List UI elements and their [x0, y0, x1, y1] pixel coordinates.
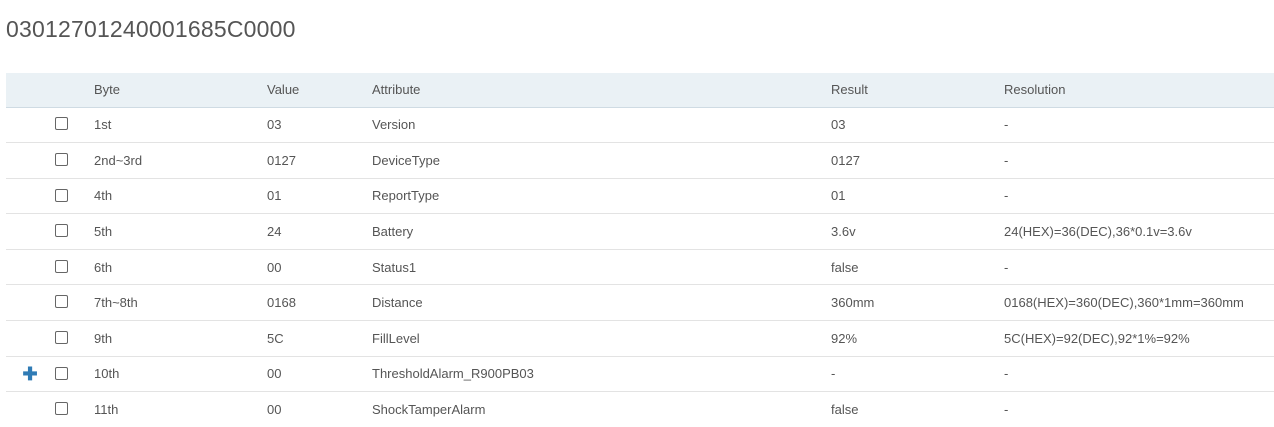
header-attribute[interactable]: Attribute: [371, 73, 830, 108]
cell-attribute: Distance: [371, 284, 830, 322]
select-cell: [54, 107, 93, 144]
cell-result: 92%: [830, 320, 1003, 357]
cell-byte: 5th: [93, 213, 266, 250]
row-checkbox[interactable]: [55, 366, 68, 380]
cell-resolution: 5C(HEX)=92(DEC),92*1%=92%: [1003, 320, 1274, 357]
cell-result: false: [830, 249, 1003, 286]
select-cell: [54, 249, 93, 286]
plus-icon[interactable]: ✚: [22, 364, 37, 384]
cell-resolution: -: [1004, 402, 1009, 418]
cell-byte: 6th: [93, 249, 266, 286]
row-checkbox[interactable]: [55, 330, 68, 344]
cell-attribute: Version: [371, 107, 830, 144]
row-checkbox[interactable]: [55, 152, 68, 166]
select-cell: [54, 320, 93, 357]
select-cell: [54, 356, 93, 393]
cell-value: 5C: [266, 320, 371, 357]
cell-byte: 7th~8th: [93, 284, 266, 322]
cell-attribute: ThresholdAlarm_R900PB03: [371, 356, 830, 393]
table-row: 7th~8th 0168 Distance 360mm 0168(HEX)=360(DE…: [6, 284, 1274, 322]
expand-cell: ✚: [6, 356, 54, 393]
table-row: 2nd~3rd 0127 DeviceType 0127-: [6, 142, 1274, 179]
table-row: 4th 01 ReportType 01-: [6, 178, 1274, 215]
cell-value: 01: [266, 178, 371, 215]
header-byte[interactable]: Byte: [93, 73, 266, 108]
cell-resolution: -: [1003, 356, 1274, 393]
cell-byte: 1st: [93, 107, 266, 144]
expand-cell: [6, 320, 54, 357]
cell-result: 3.6v: [830, 213, 1003, 250]
row-checkbox[interactable]: [55, 259, 68, 273]
expand-cell: [6, 107, 54, 144]
cell-byte: 11th: [94, 402, 119, 418]
cell-byte: 9th: [93, 320, 266, 357]
cell-resolution: -: [1003, 142, 1274, 179]
cell-resolution: -: [1003, 178, 1274, 215]
header-result[interactable]: Result: [830, 73, 1003, 108]
table-row: 11th 00 ShockTamperAlarm false -: [6, 392, 1274, 427]
cell-value: 00: [267, 402, 282, 418]
expand-cell: [6, 178, 54, 215]
table-row: ✚ 10th 00 ThresholdAlarm_R900PB03- -: [6, 356, 1274, 393]
cell-resolution: 24(HEX)=36(DEC),36*0.1v=3.6v: [1003, 213, 1274, 250]
cell-result: 01: [830, 178, 1003, 215]
expand-cell: [6, 142, 54, 179]
cell-resolution: 0168(HEX)=360(DEC),360*1mm=360mm: [1003, 284, 1274, 322]
select-cell: [54, 392, 93, 427]
header-value[interactable]: Value: [266, 73, 371, 108]
row-checkbox[interactable]: [55, 117, 68, 131]
row-checkbox[interactable]: [55, 402, 68, 416]
table-row: 9th 5C FillLevel 92% 5C(HEX)=92(DEC),92*1%=9…: [6, 320, 1274, 357]
row-checkbox[interactable]: [55, 188, 68, 202]
cell-byte: 10th: [93, 356, 266, 393]
page-title: 03012701240001685C0000: [6, 16, 296, 42]
cell-byte: 2nd~3rd: [93, 142, 266, 179]
cell-value: 00: [266, 356, 371, 393]
cell-value: 0168: [266, 284, 371, 322]
table-row: 1st 03 Version 03-: [6, 107, 1274, 144]
header-expand: [6, 73, 54, 108]
expand-cell: [6, 392, 54, 427]
decode-table: Byte Value Attribute Result Resolution 1…: [6, 73, 1274, 427]
cell-attribute: ReportType: [371, 178, 830, 215]
cell-value: 03: [266, 107, 371, 144]
cell-resolution: -: [1003, 249, 1274, 286]
cell-value: 00: [266, 249, 371, 286]
cell-attribute: FillLevel: [371, 320, 830, 357]
cell-attribute: ShockTamperAlarm: [372, 402, 486, 418]
cell-resolution: -: [1003, 107, 1274, 144]
row-checkbox[interactable]: [55, 224, 68, 238]
table-row: 6th 00 Status1 false -: [6, 249, 1274, 286]
select-cell: [54, 178, 93, 215]
expand-cell: [6, 284, 54, 322]
cell-result: -: [830, 356, 1003, 393]
cell-attribute: Battery: [371, 213, 830, 250]
cell-value: 0127: [266, 142, 371, 179]
expand-cell: [6, 213, 54, 250]
table-header-row: Byte Value Attribute Result Resolution: [6, 73, 1274, 108]
cell-result: false: [831, 402, 859, 418]
table-row: 5th 24 Battery 3.6v 24(HEX)=36(DEC),36*0.1v=…: [6, 213, 1274, 250]
cell-result: 360mm: [830, 284, 1003, 322]
cell-value: 24: [266, 213, 371, 250]
header-select: [54, 73, 93, 108]
cell-byte: 4th: [93, 178, 266, 215]
expand-cell: [6, 249, 54, 286]
select-cell: [54, 213, 93, 250]
cell-attribute: DeviceType: [371, 142, 830, 179]
cell-result: 0127: [830, 142, 1003, 179]
cell-result: 03: [830, 107, 1003, 144]
select-cell: [54, 142, 93, 179]
cell-attribute: Status1: [371, 249, 830, 286]
row-checkbox[interactable]: [55, 295, 68, 309]
select-cell: [54, 284, 93, 322]
header-resolution[interactable]: Resolution: [1003, 73, 1274, 108]
